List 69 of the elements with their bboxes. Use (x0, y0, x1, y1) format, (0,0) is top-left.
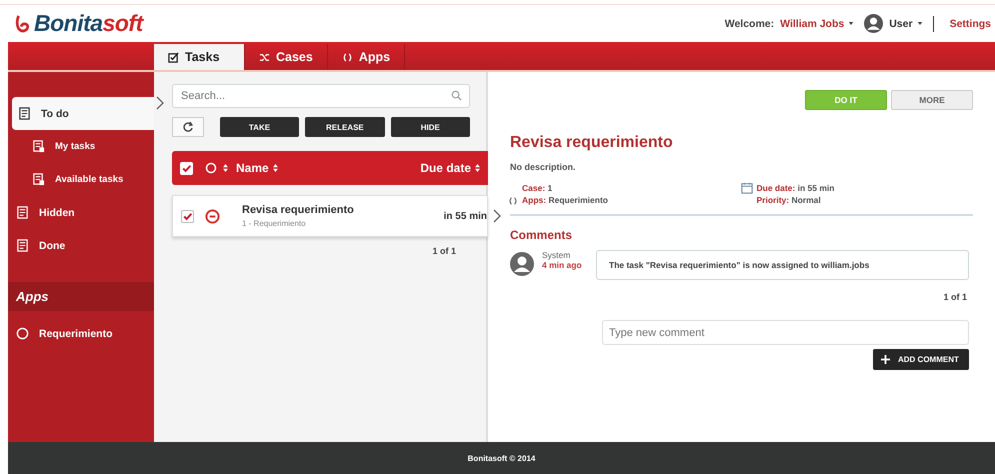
refresh-icon (182, 121, 194, 133)
nav-tab[interactable]: Tasks (154, 44, 245, 70)
pager-text: 1 of 1 (431, 246, 457, 256)
app-item[interactable]: Requerimiento (8, 317, 154, 350)
brackets-icon (342, 52, 353, 62)
logo-icon (14, 14, 32, 34)
action-button[interactable]: TAKE (220, 117, 300, 137)
search-icon (451, 90, 462, 101)
comment-input[interactable]: Type new comment (602, 320, 969, 345)
pager-text: 1 of 1 (942, 292, 968, 302)
task-action-button[interactable]: MORE (891, 90, 973, 110)
add-comment-button[interactable]: ADD COMMENT (873, 349, 969, 370)
task-description: No description. (510, 162, 577, 172)
checkbox-icon (168, 52, 179, 62)
nav-tab[interactable]: Cases (245, 44, 328, 70)
sidebar-subitem[interactable]: Available tasks (8, 163, 154, 196)
apps-icon (508, 196, 518, 206)
bonitasoft-logo: Bonitasoft (14, 10, 143, 37)
caret-icon[interactable] (848, 21, 854, 26)
profile-menu[interactable]: User (889, 18, 913, 30)
sidebar-item[interactable]: Done (8, 229, 154, 262)
sort-icon[interactable] (475, 164, 480, 172)
document-icon (32, 140, 45, 153)
settings-link[interactable]: Settings (950, 18, 991, 30)
welcome-label: Welcome: (724, 18, 774, 30)
action-button[interactable]: HIDE (390, 117, 470, 137)
task-field: Case: 1 (522, 182, 608, 194)
refresh-button[interactable] (172, 117, 204, 137)
chevron-icon (493, 209, 501, 223)
sidebar-item[interactable]: Hidden (8, 196, 154, 229)
sidebar-item[interactable]: To do (12, 97, 154, 130)
column-header[interactable]: Name (236, 161, 269, 175)
apps-section-title: Apps (8, 282, 154, 311)
caret-icon[interactable] (916, 21, 923, 26)
task-case: 1 - Requerimiento (242, 219, 307, 228)
column-header[interactable]: Due date (420, 161, 471, 175)
select-all-checkbox[interactable] (180, 162, 193, 174)
task-name: Revisa requerimiento (242, 204, 355, 216)
user-avatar-icon (864, 14, 884, 33)
task-due: in 55 min (444, 210, 487, 222)
user-name-menu[interactable]: William Jobs (780, 18, 844, 30)
task-field: Due date: in 55 min (756, 182, 834, 194)
task-field: Priority: Normal (756, 194, 834, 206)
footer-text: Bonitasoft © 2014 (468, 454, 536, 462)
sidebar-subitem[interactable]: My tasks (8, 130, 154, 163)
sort-icon[interactable] (223, 164, 228, 172)
search-field[interactable]: Search... (172, 84, 470, 108)
comment-bubble: The task "Revisa requerimiento" is now assigned to william.jobs (596, 250, 969, 280)
circle-icon (16, 327, 29, 340)
action-button[interactable]: RELEASE (305, 117, 385, 137)
status-column-icon (205, 162, 217, 174)
comment-time: 4 min ago (542, 260, 583, 270)
plus-icon (881, 355, 890, 364)
comment-author: System (542, 250, 572, 260)
minus-circle-icon (205, 208, 220, 224)
task-field: Apps: Requerimiento (522, 194, 608, 206)
comments-title: Comments (510, 228, 574, 242)
sort-icon[interactable] (272, 164, 278, 172)
chevron-icon (156, 96, 164, 110)
nav-tab[interactable]: Apps (328, 44, 406, 70)
document-icon (32, 173, 45, 186)
task-title: Revisa requerimiento (510, 134, 674, 152)
document-icon (18, 107, 31, 120)
row-checkbox[interactable] (181, 210, 194, 222)
shuffle-icon (259, 52, 270, 62)
calendar-icon (740, 182, 752, 194)
document-icon (16, 239, 29, 252)
document-icon (16, 206, 29, 219)
avatar-icon (510, 252, 534, 276)
